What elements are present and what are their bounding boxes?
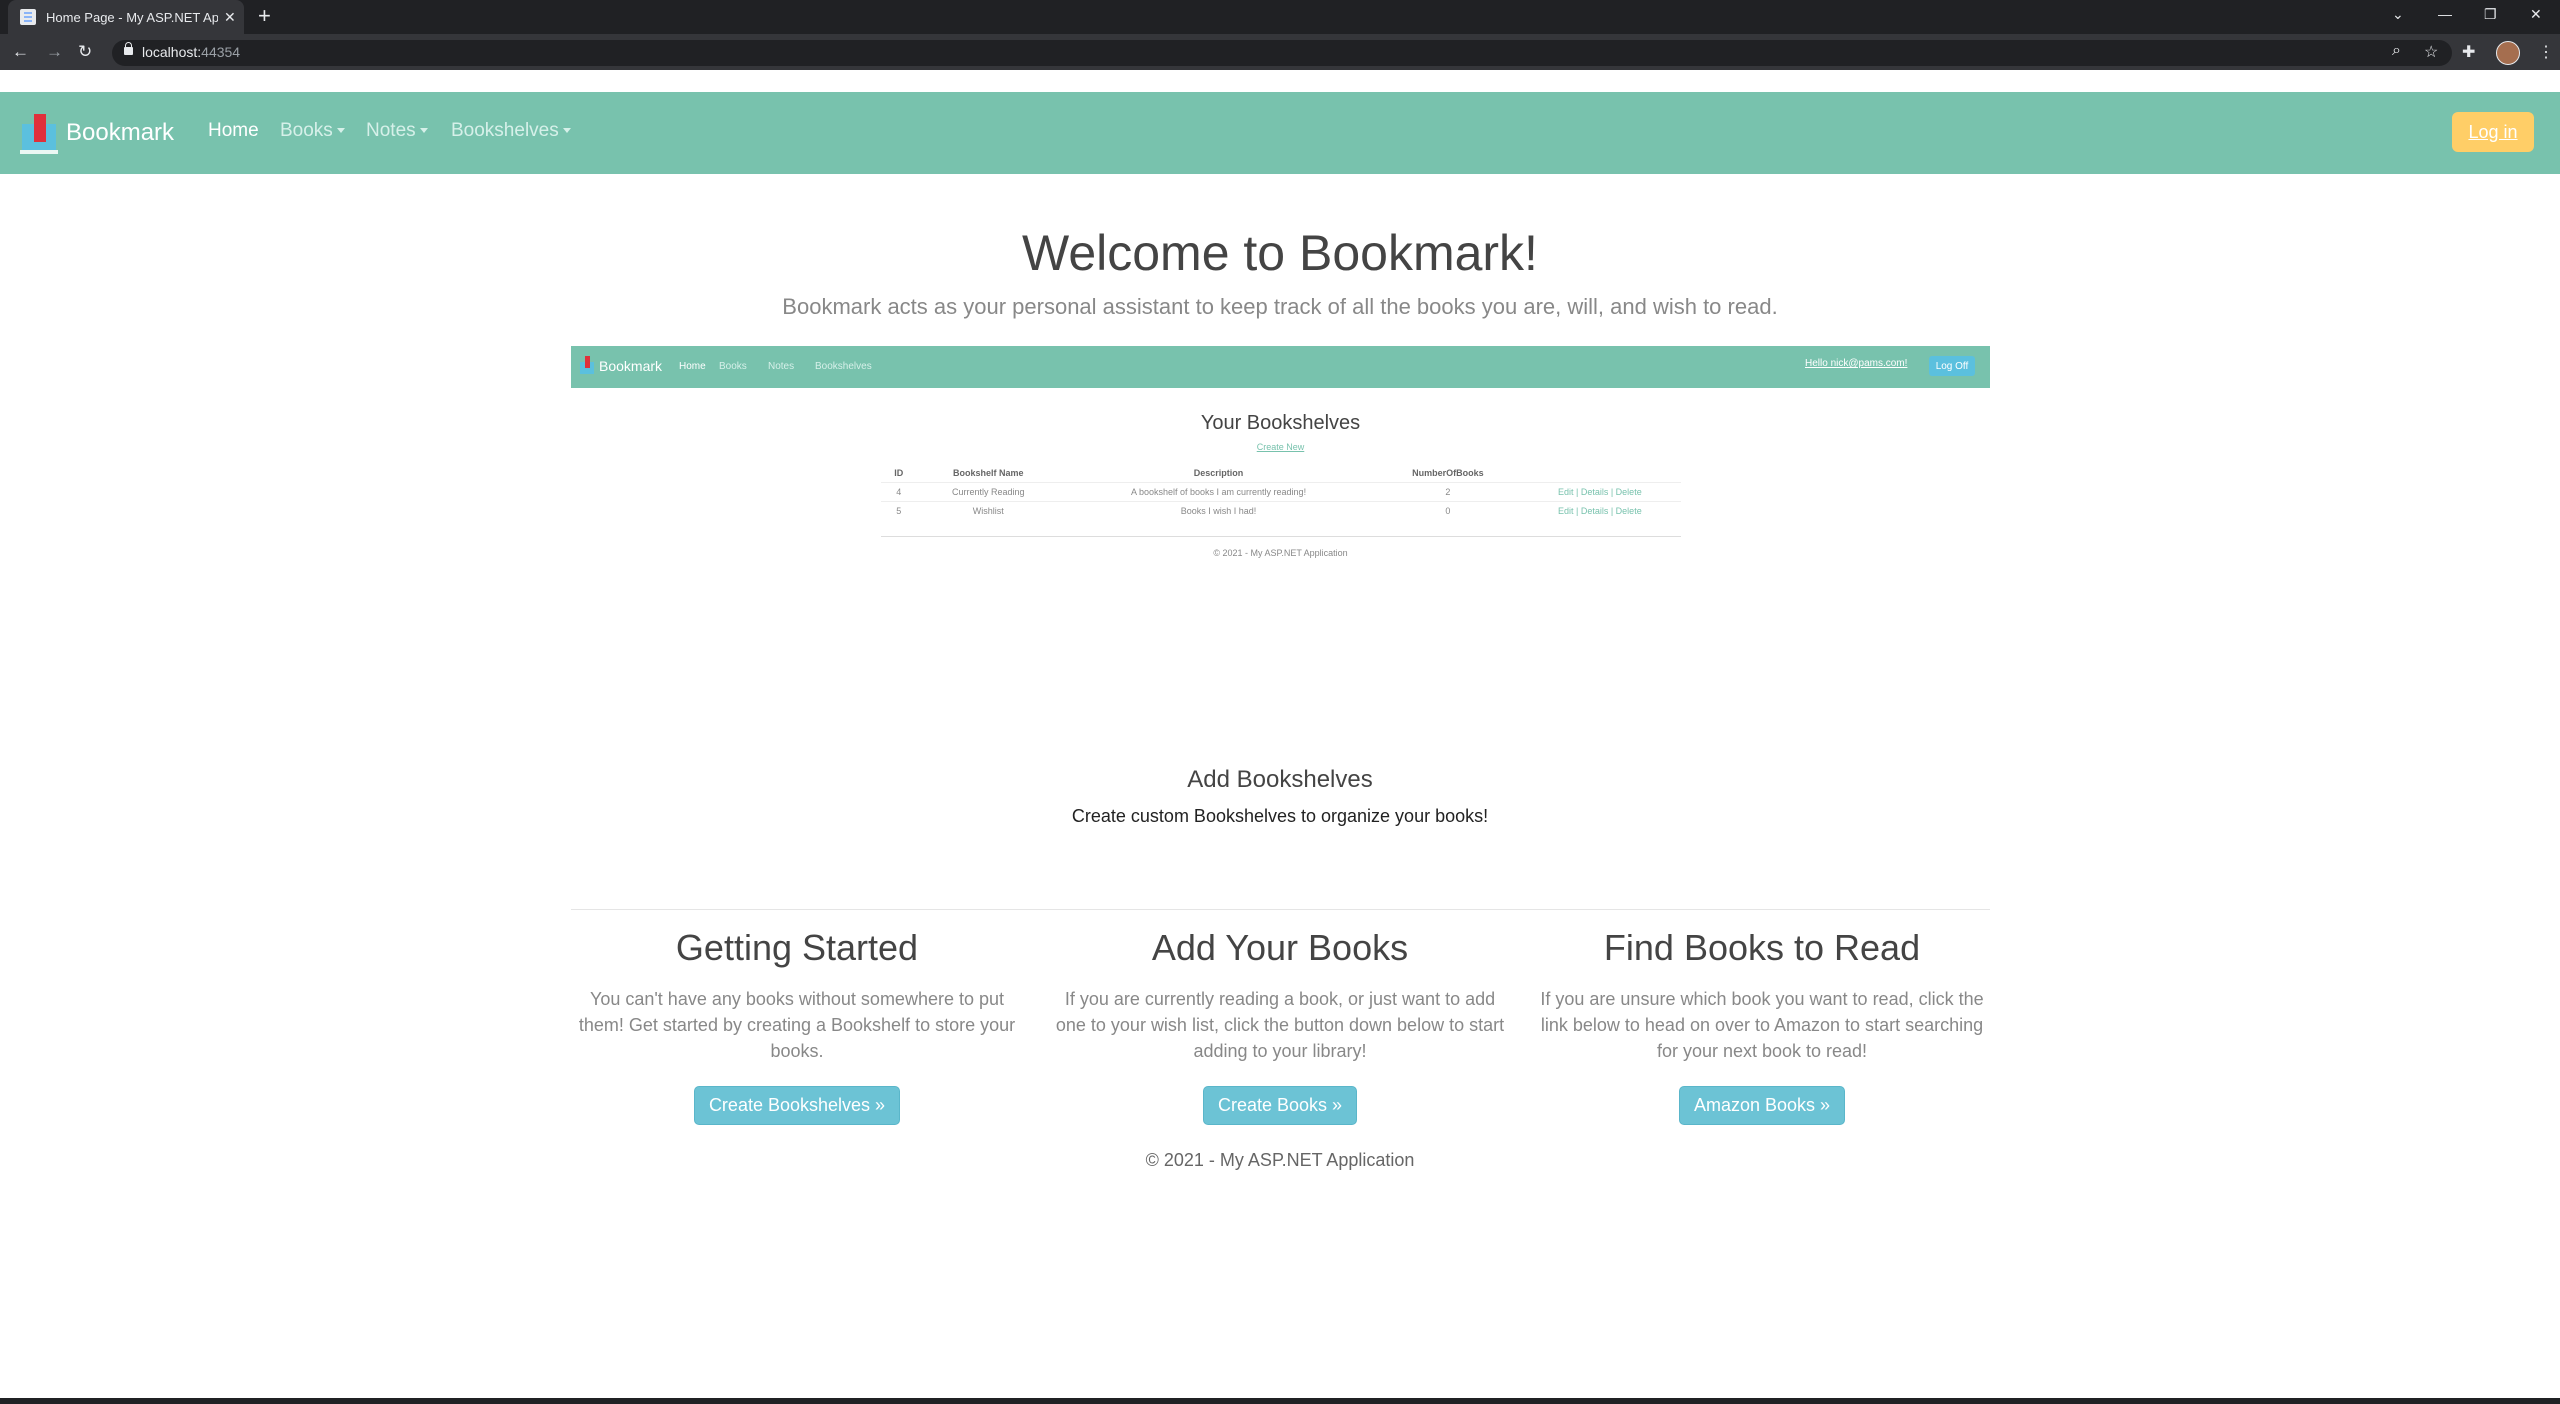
column-text: If you are unsure which book you want to… bbox=[1540, 989, 1984, 1061]
preview-nav-bookshelves: Bookshelves bbox=[815, 361, 872, 372]
login-button[interactable]: Log in bbox=[2452, 112, 2534, 152]
reload-icon[interactable]: ↻ bbox=[78, 42, 92, 62]
cell-id: 4 bbox=[881, 482, 917, 502]
page-subtitle: Bookmark acts as your personal assistant… bbox=[782, 294, 1778, 319]
preview-nav-books: Books bbox=[719, 361, 747, 372]
create-bookshelves-button[interactable]: Create Bookshelves » bbox=[693, 1086, 901, 1125]
add-books-column: Add Your Books If you are currently read… bbox=[1055, 924, 1505, 1125]
nav-bookshelves-label: Bookshelves bbox=[451, 120, 559, 141]
cell-actions: Edit | Details | Delete bbox=[1518, 482, 1681, 502]
url-host: localhost: bbox=[142, 44, 202, 60]
column-title: Find Books to Read bbox=[1603, 927, 1921, 968]
browser-tab[interactable]: Home Page - My ASP.NET Applic ✕ bbox=[8, 0, 244, 34]
table-row: 5 Wishlist Books I wish I had! 0 Edit | … bbox=[881, 501, 1681, 520]
minimize-icon[interactable]: — bbox=[2438, 6, 2452, 22]
preview-nav-home: Home bbox=[679, 361, 706, 372]
lock-icon[interactable] bbox=[124, 42, 133, 55]
preview-footer: © 2021 - My ASP.NET Application bbox=[1213, 548, 1348, 558]
nav-books-dropdown[interactable]: Books bbox=[280, 120, 345, 142]
browser-toolbar: ← → ↻ localhost:44354 ⌕ ☆ ✚ ⋮ bbox=[0, 34, 2560, 70]
bookmark-logo-icon bbox=[20, 112, 58, 154]
table-row: 4 Currently Reading A bookshelf of books… bbox=[881, 482, 1681, 502]
bookmark-star-icon[interactable]: ☆ bbox=[2424, 42, 2438, 62]
address-bar[interactable]: localhost:44354 bbox=[112, 40, 2452, 66]
preview-create-new: Create New bbox=[1256, 442, 1305, 452]
table-header: ID Bookshelf Name Description NumberOfBo… bbox=[881, 464, 1681, 483]
cell-id: 5 bbox=[881, 501, 917, 520]
window-close-icon[interactable]: ✕ bbox=[2530, 6, 2542, 23]
url-port: 44354 bbox=[201, 44, 241, 60]
carousel-caption-text: Create custom Bookshelves to organize yo… bbox=[1071, 806, 1489, 826]
preview-brand: Bookmark bbox=[599, 358, 663, 374]
extensions-icon[interactable]: ✚ bbox=[2462, 42, 2475, 62]
site-navbar: Bookmark Home Books Notes Bookshelves Lo… bbox=[0, 92, 2560, 174]
nav-home[interactable]: Home bbox=[208, 120, 259, 142]
forward-icon[interactable]: → bbox=[46, 42, 63, 62]
taskbar-edge bbox=[0, 1398, 2560, 1404]
tab-title: Home Page - My ASP.NET Applic bbox=[46, 9, 218, 25]
create-books-button[interactable]: Create Books » bbox=[1202, 1086, 1358, 1125]
column-header: Description bbox=[1193, 468, 1244, 478]
column-header: Bookshelf Name bbox=[952, 468, 1024, 478]
brand-link[interactable]: Bookmark bbox=[20, 112, 174, 154]
nav-notes-label: Notes bbox=[366, 120, 416, 141]
nav-books-label: Books bbox=[280, 120, 333, 141]
zoom-icon[interactable]: ⌕ bbox=[2392, 42, 2401, 60]
column-header bbox=[1519, 464, 1681, 483]
column-header: NumberOfBooks bbox=[1412, 468, 1484, 478]
preview-table: ID Bookshelf Name Description NumberOfBo… bbox=[881, 464, 1681, 520]
chevron-down-icon bbox=[419, 128, 428, 133]
back-icon[interactable]: ← bbox=[12, 42, 29, 62]
amazon-books-button[interactable]: Amazon Books » bbox=[1678, 1086, 1846, 1125]
preview-navbar: Bookmark Home Books Notes Bookshelves He… bbox=[571, 346, 1990, 388]
browser-menu-icon[interactable]: ⋮ bbox=[2538, 42, 2554, 62]
chevron-down-icon bbox=[562, 128, 571, 133]
tab-search-icon[interactable]: ⌄ bbox=[2392, 6, 2404, 23]
cell-name: Currently Reading bbox=[916, 482, 1060, 502]
cell-name: Wishlist bbox=[916, 501, 1060, 520]
chevron-down-icon bbox=[336, 128, 345, 133]
profile-avatar[interactable] bbox=[2496, 41, 2520, 65]
page-footer: © 2021 - My ASP.NET Application bbox=[1145, 1150, 1415, 1170]
browser-tab-bar: Home Page - My ASP.NET Applic ✕ + ⌄ — ❐ … bbox=[0, 0, 2560, 34]
cell-count: 0 bbox=[1377, 501, 1519, 520]
column-header: ID bbox=[894, 468, 904, 478]
brand-name: Bookmark bbox=[66, 119, 175, 146]
cell-count: 2 bbox=[1377, 482, 1519, 502]
nav-bookshelves-dropdown[interactable]: Bookshelves bbox=[451, 120, 571, 142]
new-tab-icon[interactable]: + bbox=[258, 4, 271, 28]
page-favicon-icon bbox=[20, 9, 36, 25]
carousel-caption-title: Add Bookshelves bbox=[1187, 766, 1373, 793]
column-title: Getting Started bbox=[675, 927, 919, 968]
cell-description: Books I wish I had! bbox=[1059, 501, 1378, 520]
preview-logo-icon bbox=[579, 356, 595, 376]
preview-divider bbox=[881, 536, 1681, 537]
restore-icon[interactable]: ❐ bbox=[2484, 6, 2497, 23]
column-text: If you are currently reading a book, or … bbox=[1055, 989, 1505, 1061]
nav-notes-dropdown[interactable]: Notes bbox=[366, 120, 428, 142]
url-text: localhost:44354 bbox=[142, 44, 240, 60]
preview-heading: Your Bookshelves bbox=[1200, 412, 1361, 434]
find-books-column: Find Books to Read If you are unsure whi… bbox=[1537, 924, 1987, 1125]
cell-description: A bookshelf of books I am currently read… bbox=[1059, 482, 1378, 502]
carousel-image: Bookmark Home Books Notes Bookshelves He… bbox=[571, 346, 1990, 576]
tab-close-icon[interactable]: ✕ bbox=[224, 9, 236, 26]
column-text: You can't have any books without somewhe… bbox=[578, 989, 1016, 1061]
cell-actions: Edit | Details | Delete bbox=[1518, 501, 1681, 520]
section-divider bbox=[571, 909, 1990, 910]
page-title: Welcome to Bookmark! bbox=[1022, 225, 1538, 281]
preview-hello-user: Hello nick@pams.com! bbox=[1805, 358, 1908, 369]
preview-nav-notes: Notes bbox=[768, 361, 795, 372]
preview-logoff-button: Log Off bbox=[1929, 356, 1975, 376]
column-title: Add Your Books bbox=[1151, 927, 1409, 968]
getting-started-column: Getting Started You can't have any books… bbox=[572, 924, 1022, 1125]
